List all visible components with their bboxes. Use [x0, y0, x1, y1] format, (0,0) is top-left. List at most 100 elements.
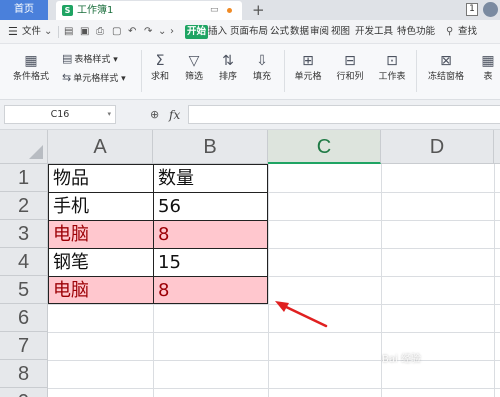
row-header-8[interactable]: 8 — [0, 360, 48, 388]
menu-bar: ☰ 文件 ⌄ ▤ ▣ ⎙ ▢ ↶ ↷ ⌄ › 开始 插入 页面布局 公式 数据 … — [0, 20, 500, 44]
ribbon: ▦ 条件格式 ▤ 表格样式 ▾ ⇆ 单元格样式 ▾ Σ 求和 ▽ 筛选 ⇅ 排序 ⇩… — [0, 44, 500, 100]
function-icon[interactable]: fx — [169, 106, 180, 124]
row-header-7[interactable]: 7 — [0, 332, 48, 360]
conditional-format-icon: ▦ — [24, 53, 38, 69]
row-col-icon: ⊟ — [344, 53, 356, 69]
menu-developer[interactable]: 开发工具 — [355, 25, 393, 39]
row-header-3[interactable]: 3 — [0, 220, 48, 248]
add-tab-button[interactable]: + — [252, 0, 265, 20]
row-col-button[interactable]: ⊟ 行和列 — [332, 52, 368, 84]
search-icon[interactable]: ⚲ — [446, 25, 453, 39]
cell-b4[interactable]: 15 — [154, 249, 268, 276]
cell-b3[interactable]: 8 — [154, 221, 268, 248]
select-all-corner[interactable] — [0, 130, 48, 164]
cell-b5[interactable]: 8 — [154, 277, 268, 304]
chevron-down-icon[interactable]: ⌄ — [158, 25, 166, 39]
cell-style-button[interactable]: ⇆ 单元格样式 ▾ — [62, 71, 126, 86]
zoom-icon[interactable]: ⊕ — [150, 106, 159, 124]
column-header-a[interactable]: A — [48, 130, 153, 164]
menu-file[interactable]: 文件 — [22, 25, 41, 39]
table-style-button[interactable]: ▤ 表格样式 ▾ — [62, 52, 118, 67]
menu-features[interactable]: 特色功能 — [397, 25, 435, 39]
worksheet-icon: ⊡ — [386, 53, 398, 69]
table-icon: ▦ — [481, 53, 495, 69]
row-header-1[interactable]: 1 — [0, 164, 48, 192]
column-header-d[interactable]: D — [381, 130, 494, 164]
spreadsheet-icon: S — [62, 5, 73, 16]
gridline — [48, 388, 500, 389]
row-header-6[interactable]: 6 — [0, 304, 48, 332]
conditional-format-button[interactable]: ▦ 条件格式 — [8, 52, 54, 84]
gridline — [48, 332, 500, 333]
cell-a3[interactable]: 电脑 — [49, 221, 153, 248]
tab-workbook[interactable]: S 工作簿1 ▭ — [56, 1, 242, 20]
spreadsheet-grid: A B C D 1 2 3 4 5 6 7 8 9 物品 数量 手机 56 电脑… — [0, 130, 500, 397]
cell-style-icon: ⇆ — [62, 71, 72, 84]
tab-home[interactable]: 首页 — [0, 0, 48, 20]
column-header-b[interactable]: B — [153, 130, 268, 164]
cell-a5[interactable]: 电脑 — [49, 277, 153, 304]
cell-button[interactable]: ⊞ 单元格 — [290, 52, 326, 84]
chevron-down-icon[interactable]: ⌄ — [44, 25, 52, 39]
monitor-icon[interactable]: ▭ — [210, 1, 219, 20]
freeze-panes-button[interactable]: ⊠ 冻结窗格 — [422, 52, 470, 84]
cell-a1[interactable]: 物品 — [49, 165, 153, 192]
cell-a4[interactable]: 钢笔 — [49, 249, 153, 276]
column-header-e[interactable] — [494, 130, 500, 164]
menu-data[interactable]: 数据 — [290, 25, 309, 39]
fill-button[interactable]: ⇩ 填充 — [248, 52, 276, 84]
table-border — [48, 220, 268, 221]
filter-button[interactable]: ▽ 筛选 — [180, 52, 208, 84]
avatar[interactable] — [483, 2, 498, 17]
gridline — [268, 164, 269, 397]
redo-icon[interactable]: ↷ — [144, 25, 152, 39]
sort-icon: ⇅ — [222, 53, 234, 69]
save-icon[interactable]: ▣ — [80, 25, 89, 39]
menu-page-layout[interactable]: 页面布局 — [230, 25, 268, 39]
row-header-4[interactable]: 4 — [0, 248, 48, 276]
menu-formula[interactable]: 公式 — [270, 25, 289, 39]
select-all-icon — [29, 145, 43, 159]
print-icon[interactable]: ⎙ — [96, 25, 104, 39]
menu-search[interactable]: 查找 — [458, 25, 477, 39]
divider — [141, 50, 142, 92]
table-border — [48, 192, 268, 193]
menu-view[interactable]: 视图 — [331, 25, 350, 39]
tab-workbook-label: 工作簿1 — [77, 5, 114, 16]
gridline — [48, 360, 500, 361]
undo-icon[interactable]: ↶ — [128, 25, 136, 39]
menu-icon[interactable]: ☰ — [8, 25, 18, 39]
sum-button[interactable]: Σ 求和 — [146, 52, 174, 84]
table-border — [153, 164, 154, 304]
window-count-badge[interactable]: 1 — [466, 3, 478, 16]
table-border — [48, 276, 268, 277]
row-header-9[interactable]: 9 — [0, 388, 48, 397]
cell-b2[interactable]: 56 — [154, 193, 268, 220]
menu-insert[interactable]: 插入 — [208, 25, 227, 39]
annotation-arrow-icon — [275, 301, 328, 328]
cell-a2[interactable]: 手机 — [49, 193, 153, 220]
menu-review[interactable]: 审阅 — [310, 25, 329, 39]
worksheet-button[interactable]: ⊡ 工作表 — [374, 52, 410, 84]
cell-icon: ⊞ — [302, 53, 314, 69]
formula-input[interactable] — [188, 105, 500, 124]
gridline — [494, 164, 495, 397]
row-header-2[interactable]: 2 — [0, 192, 48, 220]
divider — [58, 26, 59, 38]
chevron-down-icon[interactable]: ▾ — [107, 106, 111, 123]
freeze-icon: ⊠ — [440, 53, 452, 69]
print-preview-icon[interactable]: ▢ — [112, 25, 121, 39]
more-icon[interactable]: › — [170, 25, 174, 39]
menu-home[interactable]: 开始 — [185, 25, 209, 39]
table-style-icon: ▤ — [62, 52, 73, 65]
divider — [416, 50, 417, 92]
name-box[interactable]: C16 ▾ — [4, 105, 116, 124]
cell-b1[interactable]: 数量 — [154, 165, 268, 192]
watermark: Bai 经验 — [382, 354, 421, 365]
open-folder-icon[interactable]: ▤ — [64, 25, 73, 39]
unsaved-dot-icon — [227, 8, 232, 13]
sort-button[interactable]: ⇅ 排序 — [214, 52, 242, 84]
row-header-5[interactable]: 5 — [0, 276, 48, 304]
table-tools-button[interactable]: ▦ 表 — [478, 52, 498, 84]
column-header-c[interactable]: C — [268, 130, 381, 164]
